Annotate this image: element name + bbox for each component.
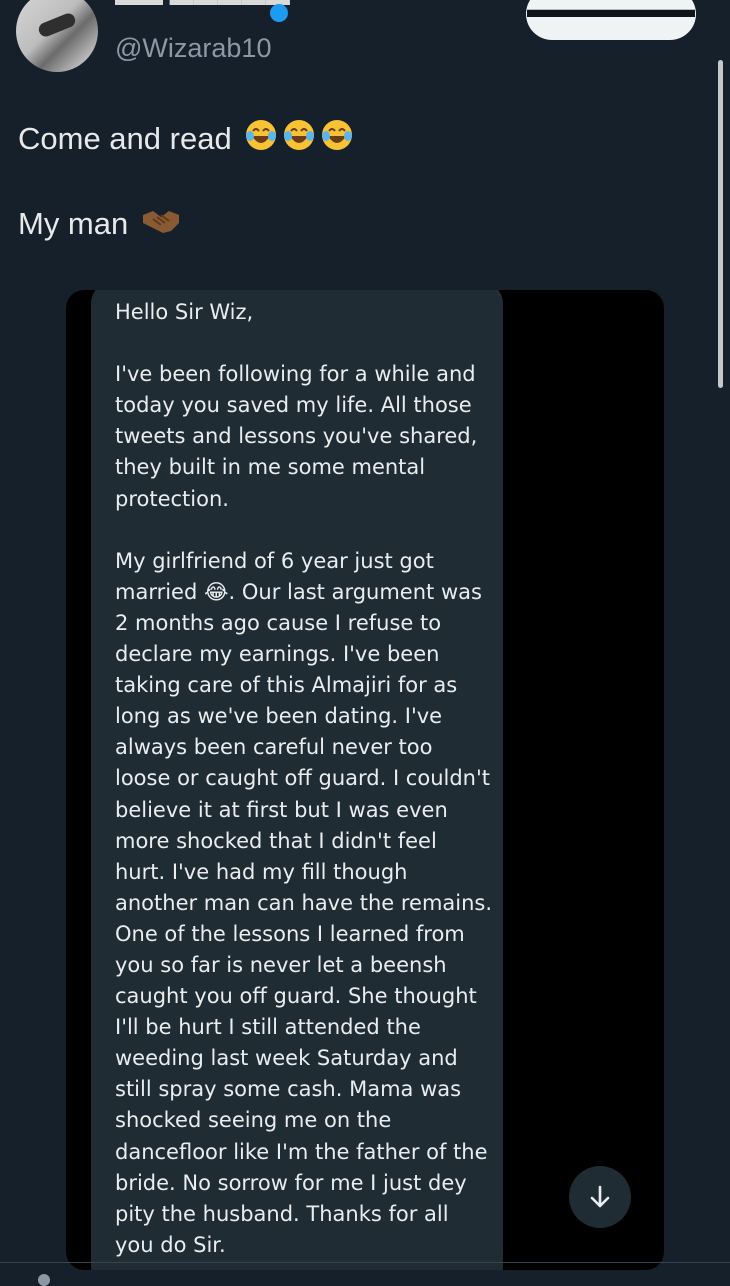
divider bbox=[0, 1262, 730, 1263]
avatar[interactable] bbox=[16, 0, 98, 72]
scrollbar-thumb[interactable] bbox=[718, 60, 723, 388]
face-with-tears-of-joy-icon bbox=[282, 118, 316, 161]
avatar-photo bbox=[36, 11, 78, 39]
bottom-nav-icon[interactable] bbox=[38, 1274, 50, 1286]
face-with-tears-of-joy-icon bbox=[320, 118, 354, 161]
verified-badge-icon bbox=[270, 4, 288, 22]
author-username[interactable]: @Wizarab10 bbox=[115, 31, 271, 65]
message-text: Hello Sir Wiz, I've been following for a… bbox=[115, 300, 493, 1257]
tweet-text-line-2: My man bbox=[18, 205, 181, 246]
page-scrollbar[interactable] bbox=[716, 58, 724, 1268]
display-name-cut: ▬▬ ▬▬▬▬▬▬ bbox=[115, 0, 290, 28]
tweet-text: Come and read bbox=[18, 121, 232, 156]
arrow-down-icon bbox=[590, 1185, 610, 1208]
message-bubble: Hello Sir Wiz, I've been following for a… bbox=[91, 290, 503, 1270]
tweet-text: My man bbox=[18, 206, 129, 241]
scroll-down-button[interactable] bbox=[569, 1166, 631, 1228]
handshake-icon bbox=[141, 205, 181, 246]
tweet-text-line-1: Come and read bbox=[18, 118, 354, 161]
face-with-tears-of-joy-icon bbox=[244, 118, 278, 161]
subscribe-button[interactable]: ▬▬▬▬▬▬▬ bbox=[526, 0, 696, 40]
tweet-image[interactable]: Hello Sir Wiz, I've been following for a… bbox=[66, 290, 664, 1270]
